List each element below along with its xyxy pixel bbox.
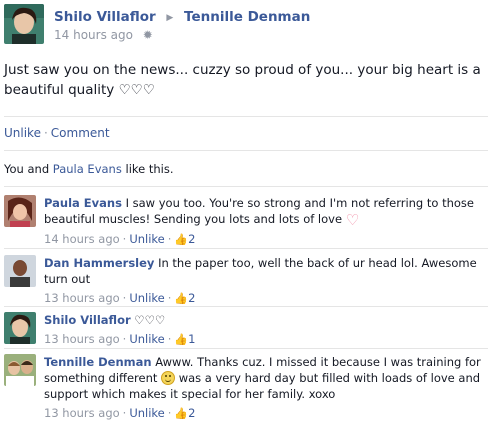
divider [4,306,488,307]
post-timestamp[interactable]: 14 hours ago [54,28,133,42]
comment-text: ♡♡♡ [134,313,166,327]
commenter-avatar[interactable] [4,195,36,227]
liker-link[interactable]: Paula Evans [53,162,122,176]
smiley-icon [161,371,176,385]
comment-author-link[interactable]: Tennille Denman [44,355,152,369]
post-header: Shilo Villaflor ▶ Tennille Denman 14 hou… [4,4,488,46]
comment-like-count[interactable]: 2 [188,406,195,420]
likes-summary: You and Paula Evans like this. [4,162,174,176]
comment-like-count[interactable]: 2 [188,291,195,305]
post-text: Just saw you on the news... cuzzy so pro… [4,62,481,98]
post-actions: Unlike · Comment [4,126,110,140]
comment-unlike-link[interactable]: Unlike [129,232,164,246]
thumbs-up-icon: 👍 [174,233,189,246]
comment-author-link[interactable]: Shilo Villaflor [44,313,131,327]
thumbs-up-icon: 👍 [174,407,189,420]
comment-unlike-link[interactable]: Unlike [129,332,164,346]
divider [4,348,488,349]
comment-author-link[interactable]: Dan Hammersley [44,256,154,270]
comment-timestamp[interactable]: 14 hours ago [44,232,120,246]
comment-unlike-link[interactable]: Unlike [129,406,164,420]
comment-timestamp[interactable]: 13 hours ago [44,406,120,420]
divider [4,150,488,151]
heart-icon: ♡ [345,211,360,229]
divider [4,248,488,249]
gear-icon[interactable]: ✹ [143,28,153,42]
commenter-avatar[interactable] [4,255,36,287]
unlike-link[interactable]: Unlike [4,126,41,140]
comment-link[interactable]: Comment [51,126,110,140]
comment-timestamp[interactable]: 13 hours ago [44,332,120,346]
author-avatar[interactable] [4,4,44,44]
comment-like-count[interactable]: 1 [188,332,195,346]
divider [4,186,488,187]
author-name-link[interactable]: Shilo Villaflor [54,9,156,25]
comment-timestamp[interactable]: 13 hours ago [44,291,120,305]
comment-author-link[interactable]: Paula Evans [44,196,122,210]
triangle-right-icon: ▶ [166,13,174,23]
commenter-avatar[interactable] [4,354,36,386]
commenter-avatar[interactable] [4,312,36,344]
thumbs-up-icon: 👍 [174,333,189,346]
target-name-link[interactable]: Tennille Denman [184,9,310,25]
thumbs-up-icon: 👍 [174,292,189,305]
comment-like-count[interactable]: 2 [188,232,195,246]
divider [4,116,488,117]
comment-unlike-link[interactable]: Unlike [129,291,164,305]
